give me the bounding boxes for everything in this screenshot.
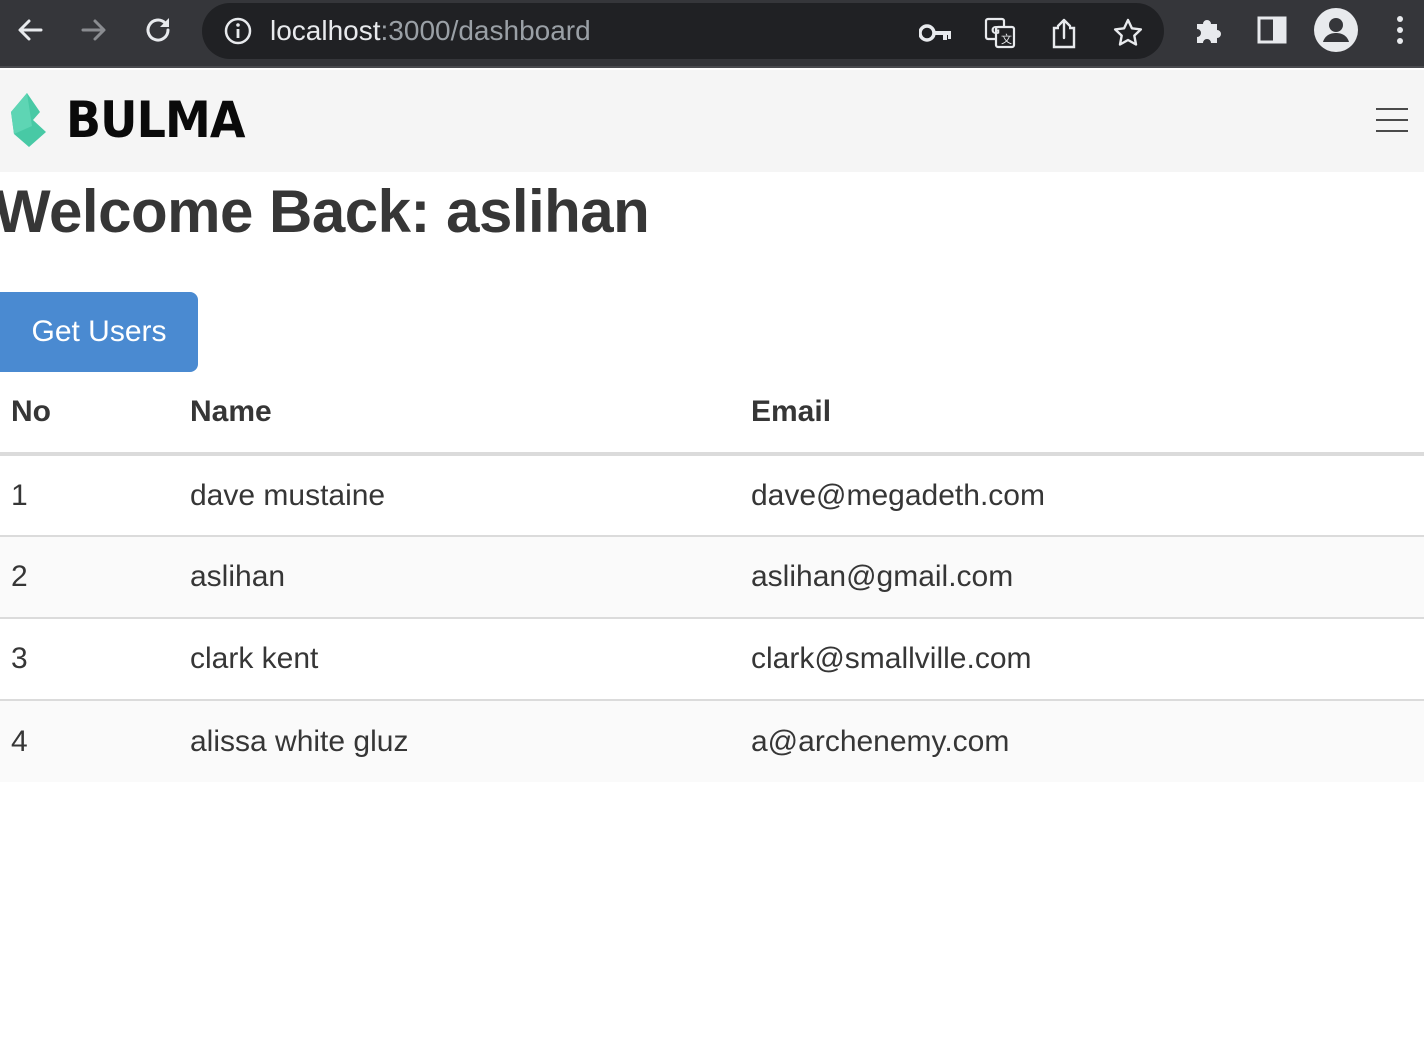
address-bar[interactable]: localhost:3000/dashboard G文 <box>202 3 1164 59</box>
browser-toolbar: localhost:3000/dashboard G文 <box>0 0 1424 68</box>
svg-text:文: 文 <box>1001 32 1012 46</box>
page-title: Welcome Back: aslihan <box>0 178 650 245</box>
brand-link[interactable]: BULMA <box>8 90 260 150</box>
forward-arrow-icon <box>81 19 106 41</box>
side-panel-icon[interactable] <box>1252 10 1292 50</box>
table-row: 1 dave mustaine dave@megadeth.com <box>0 454 1424 537</box>
users-table: No Name Email 1 dave mustaine dave@megad… <box>0 372 1424 782</box>
profile-avatar-icon[interactable] <box>1314 8 1358 52</box>
header-no: No <box>0 372 179 456</box>
get-users-button[interactable]: Get Users <box>0 292 198 372</box>
bulma-logo-icon <box>11 93 46 147</box>
cell-email: dave@megadeth.com <box>740 454 1424 537</box>
site-info-icon[interactable] <box>222 16 254 46</box>
table-header-row: No Name Email <box>0 372 1424 456</box>
extensions-icon[interactable] <box>1188 10 1228 50</box>
cell-email: a@archenemy.com <box>740 700 1424 782</box>
cell-name: aslihan <box>179 536 740 619</box>
cell-no: 1 <box>0 454 179 537</box>
cell-name: alissa white gluz <box>179 700 740 782</box>
url-text[interactable]: localhost:3000/dashboard <box>270 15 591 47</box>
table-row: 3 clark kent clark@smallville.com <box>0 618 1424 701</box>
header-email: Email <box>740 372 1424 456</box>
header-name: Name <box>179 372 740 456</box>
back-button[interactable] <box>8 8 52 52</box>
more-menu-icon[interactable] <box>1380 10 1420 50</box>
key-icon[interactable] <box>916 13 956 53</box>
url-host: localhost <box>270 15 381 46</box>
bookmark-star-icon[interactable] <box>1108 13 1148 53</box>
reload-icon <box>146 18 170 42</box>
hamburger-menu-icon[interactable] <box>1374 106 1410 134</box>
cell-name: dave mustaine <box>179 454 740 537</box>
url-path: :3000/dashboard <box>380 15 591 46</box>
cell-no: 4 <box>0 700 179 782</box>
brand-name: BULMA <box>66 91 245 149</box>
share-icon[interactable] <box>1044 13 1084 53</box>
svg-text:G: G <box>991 24 1000 37</box>
table-row: 2 aslihan aslihan@gmail.com <box>0 536 1424 619</box>
translate-icon[interactable]: G文 <box>980 13 1020 53</box>
forward-button[interactable] <box>72 8 116 52</box>
table-row: 4 alissa white gluz a@archenemy.com <box>0 700 1424 782</box>
cell-no: 3 <box>0 618 179 701</box>
navbar: BULMA <box>0 70 1424 172</box>
cell-no: 2 <box>0 536 179 619</box>
cell-name: clark kent <box>179 618 740 701</box>
cell-email: aslihan@gmail.com <box>740 536 1424 619</box>
reload-button[interactable] <box>136 8 180 52</box>
cell-email: clark@smallville.com <box>740 618 1424 701</box>
back-arrow-icon <box>18 19 43 41</box>
